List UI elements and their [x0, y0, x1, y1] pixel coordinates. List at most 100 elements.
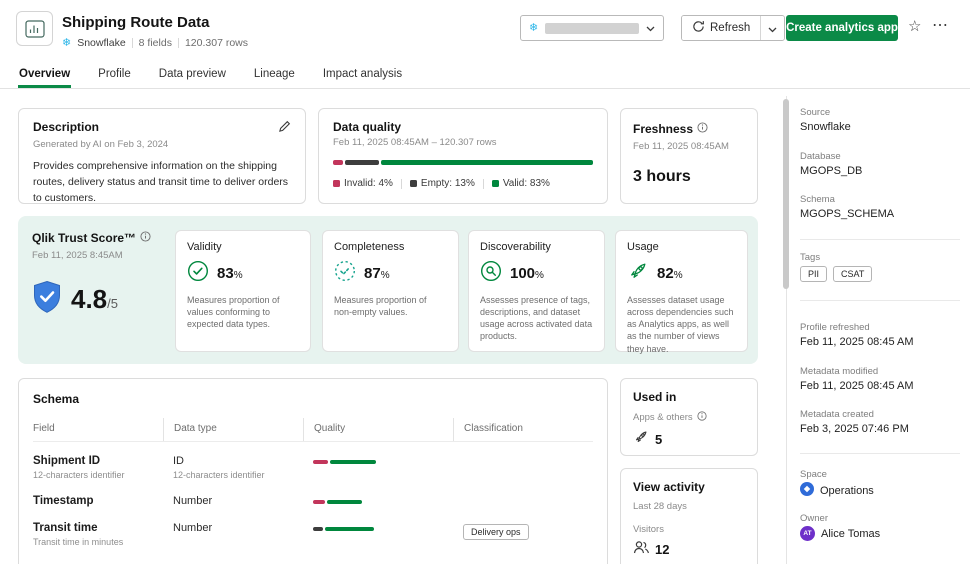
description-body: Provides comprehensive information on th…: [33, 159, 291, 206]
quality-segment: [325, 527, 374, 531]
table-row: Timestamp Number: [33, 482, 593, 509]
dataset-icon: [16, 11, 53, 46]
tags-list: PII CSAT: [800, 266, 872, 282]
tag-chip[interactable]: PII: [800, 266, 827, 282]
pencil-icon: [278, 121, 291, 136]
metric-card-discoverability: Discoverability 100 % Assesses presence …: [468, 230, 605, 352]
legend-swatch-valid: [492, 180, 499, 187]
trust-score-value-row: 4.8 /5: [32, 280, 118, 319]
profile-refreshed-label: Profile refreshed: [800, 322, 870, 333]
tab-profile[interactable]: Profile: [97, 60, 132, 88]
field-subtitle: 12-characters identifier: [33, 470, 163, 480]
rocket-icon: [633, 429, 649, 450]
owner-name: Alice Tomas: [821, 528, 880, 540]
chevron-down-icon: [768, 21, 777, 36]
quality-segment-empty: [345, 160, 378, 165]
dataset-rows-count: 120.307 rows: [185, 37, 248, 49]
connection-name-redacted: [545, 23, 639, 34]
data-quality-card: Data quality Feb 11, 2025 08:45AM – 120.…: [318, 108, 608, 204]
column-header-quality[interactable]: Quality: [303, 418, 453, 441]
schema-card: Schema Field Data type Quality Classific…: [18, 378, 608, 564]
data-quality-subtitle: Feb 11, 2025 08:45AM – 120.307 rows: [333, 137, 593, 148]
source-label: Source: [800, 107, 830, 118]
usage-description: Assesses dataset usage across dependenci…: [627, 294, 736, 355]
quality-segment: [327, 500, 362, 504]
legend-empty-label: Empty: 13%: [421, 178, 475, 189]
dataset-detail-page: Shipping Route Data ❄ Snowflake 8 fields…: [0, 0, 970, 564]
data-quality-title: Data quality: [333, 120, 593, 134]
info-icon[interactable]: [697, 411, 707, 424]
used-in-subtitle: Apps & others: [633, 412, 693, 423]
tab-overview[interactable]: Overview: [18, 60, 71, 88]
trust-score-title: Qlik Trust Score™: [32, 231, 136, 245]
more-options-icon[interactable]: ⋯: [932, 15, 949, 35]
divider: [800, 453, 960, 454]
profile-refreshed-value: Feb 11, 2025 08:45 AM: [800, 336, 914, 348]
quality-segment: [313, 460, 328, 464]
discoverability-description: Assesses presence of tags, descriptions,…: [480, 294, 593, 343]
tab-bar: Overview Profile Data preview Lineage Im…: [0, 60, 970, 89]
field-data-type-subtitle: 12-characters identifier: [173, 470, 303, 480]
tab-data-preview[interactable]: Data preview: [158, 60, 227, 88]
page-title: Shipping Route Data: [62, 14, 210, 31]
refresh-options-button[interactable]: [760, 16, 784, 40]
validity-value: 83: [217, 265, 234, 282]
info-icon[interactable]: [697, 120, 708, 138]
completeness-label: Completeness: [334, 241, 447, 253]
used-in-card: Used in Apps & others 5: [620, 378, 758, 456]
quality-segment: [313, 500, 325, 504]
quality-segment: [330, 460, 376, 464]
space-label: Space: [800, 469, 827, 480]
discoverability-label: Discoverability: [480, 241, 593, 253]
field-data-type: ID: [173, 455, 303, 467]
tab-lineage[interactable]: Lineage: [253, 60, 296, 88]
refresh-label: Refresh: [710, 22, 750, 34]
table-row: Transit time Transit time in minutes Num…: [33, 509, 593, 549]
metric-card-validity: Validity 83 % Measures proportion of val…: [175, 230, 311, 352]
divider: [483, 179, 484, 189]
refresh-split-button: Refresh: [681, 15, 785, 41]
schema-title: Schema: [19, 392, 607, 406]
rocket-icon: [627, 260, 649, 287]
field-quality-bar: [313, 500, 397, 504]
dataset-source-label: Snowflake: [77, 37, 125, 49]
owner-value[interactable]: AT Alice Tomas: [800, 526, 880, 541]
create-analytics-app-button[interactable]: Create analytics app: [786, 15, 898, 41]
completeness-value: 87: [364, 265, 381, 282]
favorite-star-icon[interactable]: ☆: [908, 17, 921, 35]
schema-label: Schema: [800, 194, 835, 205]
divider: [178, 38, 179, 48]
field-name: Timestamp: [33, 495, 163, 507]
schema-value: MGOPS_SCHEMA: [800, 208, 894, 220]
column-header-field[interactable]: Field: [33, 418, 163, 441]
dataset-fields-count: 8 fields: [139, 37, 172, 49]
used-in-count: 5: [655, 432, 662, 447]
completeness-unit: %: [381, 270, 390, 281]
info-icon[interactable]: [140, 229, 151, 247]
edit-description-button[interactable]: [278, 120, 291, 136]
column-header-classification[interactable]: Classification: [453, 418, 593, 441]
divider: [800, 300, 960, 301]
column-header-data-type[interactable]: Data type: [163, 418, 303, 441]
trust-score-max: /5: [107, 296, 118, 311]
metadata-modified-label: Metadata modified: [800, 366, 878, 377]
legend-swatch-invalid: [333, 180, 340, 187]
tab-impact-analysis[interactable]: Impact analysis: [322, 60, 403, 88]
legend-valid-label: Valid: 83%: [503, 178, 550, 189]
legend-valid: Valid: 83%: [492, 178, 550, 189]
field-data-type: Number: [173, 522, 303, 534]
field-quality-bar: [313, 460, 397, 464]
space-name: Operations: [820, 485, 874, 497]
usage-value: 82: [657, 265, 674, 282]
divider: [132, 38, 133, 48]
field-name: Transit time: [33, 522, 163, 534]
refresh-button[interactable]: Refresh: [682, 16, 760, 40]
tag-chip[interactable]: CSAT: [833, 266, 872, 282]
validity-unit: %: [234, 270, 243, 281]
classification-chip[interactable]: Delivery ops: [463, 524, 529, 540]
connection-select[interactable]: ❄: [520, 15, 664, 41]
trust-score-value: 4.8: [71, 284, 107, 315]
space-value[interactable]: Operations: [800, 482, 874, 499]
scrollbar-thumb[interactable]: [783, 99, 789, 289]
visitors-icon: [633, 540, 649, 559]
